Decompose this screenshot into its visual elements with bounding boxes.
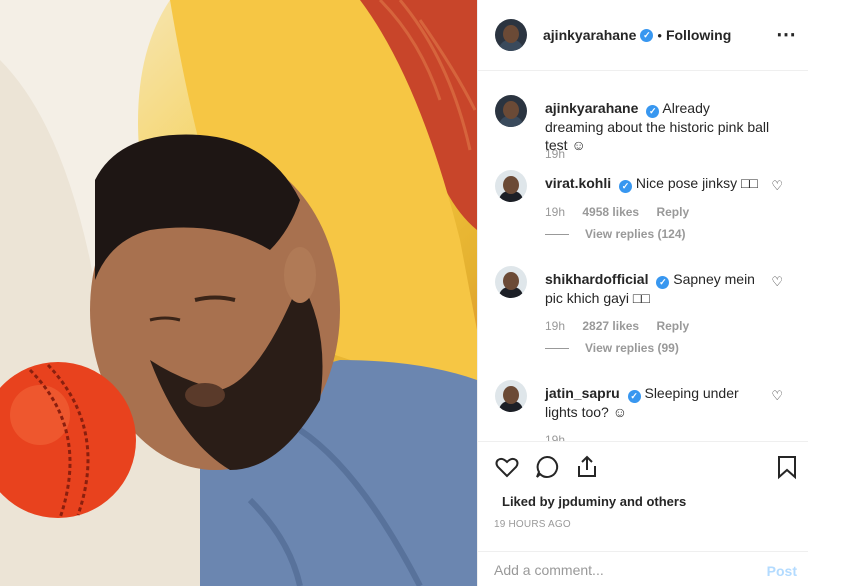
comment-body: Nice pose jinksy □□ bbox=[635, 175, 758, 191]
comment-avatar[interactable] bbox=[495, 170, 527, 202]
post-timestamp[interactable]: 19 HOURS AGO bbox=[494, 519, 571, 530]
add-comment-bar: Post bbox=[478, 551, 809, 586]
comment-text: jatin_sapru ✓ Sleeping under lights too?… bbox=[545, 384, 770, 421]
comment-meta: 19h bbox=[545, 433, 579, 441]
heart-icon[interactable] bbox=[494, 454, 520, 480]
verified-badge-icon: ✓ bbox=[619, 180, 633, 193]
following-button[interactable]: Following bbox=[666, 27, 731, 43]
comment-likes[interactable]: 2827 likes bbox=[582, 319, 639, 333]
comment-time: 19h bbox=[545, 433, 566, 441]
caption-text: ajinkyarahane ✓ Already dreaming about t… bbox=[545, 99, 770, 154]
liked-by-text[interactable]: Liked by jpduminy and others bbox=[502, 494, 686, 509]
comment-likes[interactable]: 4958 likes bbox=[582, 205, 639, 219]
verified-badge-icon: ✓ bbox=[640, 28, 654, 42]
comment-avatar[interactable] bbox=[495, 266, 527, 298]
header-separator: • bbox=[657, 27, 662, 43]
share-icon[interactable] bbox=[574, 454, 600, 480]
comment-avatar[interactable] bbox=[495, 380, 527, 412]
photo-illustration bbox=[0, 0, 477, 586]
post-header: ajinkyarahane ✓ • Following ⋯ bbox=[478, 0, 809, 71]
view-replies-button[interactable]: View replies (124) bbox=[545, 227, 686, 241]
bookmark-icon[interactable] bbox=[774, 454, 800, 480]
view-replies-button[interactable]: View replies (99) bbox=[545, 341, 679, 355]
caption-avatar[interactable] bbox=[495, 95, 527, 127]
page-background bbox=[808, 0, 851, 586]
comments-list[interactable]: ajinkyarahane ✓ Already dreaming about t… bbox=[478, 71, 809, 441]
comment-time: 19h bbox=[545, 319, 566, 333]
caption-username[interactable]: ajinkyarahane bbox=[545, 100, 638, 116]
comment-meta: 19h 4958 likes Reply bbox=[545, 205, 703, 219]
like-comment-heart-icon[interactable]: ♡ bbox=[771, 274, 783, 290]
author-username[interactable]: ajinkyarahane bbox=[543, 27, 636, 43]
comment-meta: 19h 2827 likes Reply bbox=[545, 319, 703, 333]
author-avatar[interactable] bbox=[495, 19, 527, 51]
verified-badge-icon: ✓ bbox=[646, 105, 660, 118]
post-photo[interactable] bbox=[0, 0, 477, 586]
reply-button[interactable]: Reply bbox=[656, 205, 689, 219]
comment-username[interactable]: shikhardofficial bbox=[545, 271, 648, 287]
post-actions bbox=[478, 441, 809, 489]
caption-time: 19h bbox=[545, 147, 566, 161]
more-options-icon[interactable]: ⋯ bbox=[776, 22, 797, 47]
comment-text: shikhardofficial ✓ Sapney mein pic khich… bbox=[545, 270, 770, 307]
like-comment-heart-icon[interactable]: ♡ bbox=[771, 178, 783, 194]
caption-meta: 19h bbox=[545, 147, 579, 161]
post-comment-button[interactable]: Post bbox=[767, 563, 797, 579]
comment-text: virat.kohli ✓ Nice pose jinksy □□ bbox=[545, 174, 770, 193]
reply-button[interactable]: Reply bbox=[656, 319, 689, 333]
comment-time: 19h bbox=[545, 205, 566, 219]
comment-username[interactable]: virat.kohli bbox=[545, 175, 611, 191]
comment-input[interactable] bbox=[494, 562, 744, 578]
comment-username[interactable]: jatin_sapru bbox=[545, 385, 620, 401]
like-comment-heart-icon[interactable]: ♡ bbox=[771, 388, 783, 404]
verified-badge-icon: ✓ bbox=[627, 390, 641, 403]
verified-badge-icon: ✓ bbox=[656, 276, 670, 289]
post-detail-panel: ajinkyarahane ✓ • Following ⋯ ajinkyarah… bbox=[477, 0, 809, 586]
comment-icon[interactable] bbox=[534, 454, 560, 480]
